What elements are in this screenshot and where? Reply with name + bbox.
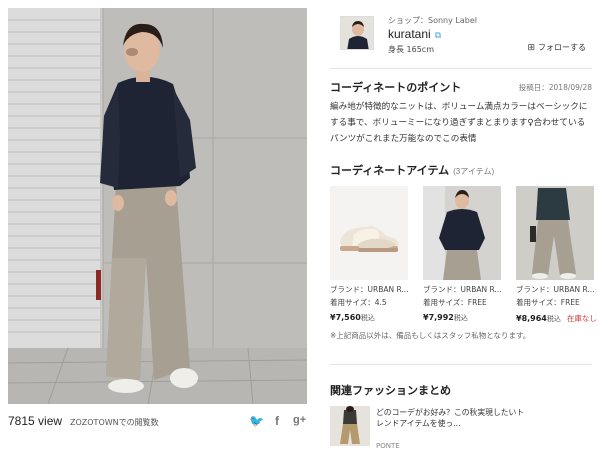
google-plus-icon[interactable]: g+ <box>293 414 306 426</box>
item-card[interactable]: ブランド：URBAN R... 着用サイズ：FREE ¥8,964税込 在庫なし <box>516 186 597 324</box>
related-article[interactable]: どのコーデがお好み？この秋実現したいトレンドアイテムを使っ... PONTE <box>330 406 592 452</box>
item-stock: 在庫なし <box>566 314 597 323</box>
sweater-item-image <box>423 186 501 280</box>
item-price-row: ¥7,992税込 <box>423 313 501 323</box>
items-count: (3アイテム) <box>453 167 495 176</box>
item-price: ¥8,964 <box>516 314 547 323</box>
divider <box>330 68 592 69</box>
sneaker-image <box>330 186 408 280</box>
point-title: コーディネートのポイント <box>330 82 462 94</box>
related-thumb <box>330 406 370 446</box>
view-bar: 7815 view ZOZOTOWNでの閲覧数 🐦 f g+ <box>8 412 307 434</box>
staff-height: 身長 165cm <box>388 45 435 54</box>
post-date: 投稿日：2018/09/28 <box>518 83 592 92</box>
view-count: 7815 view <box>8 414 63 428</box>
item-brand: ブランド：URBAN R... <box>516 285 594 294</box>
detail-column: ショップ：Sonny Label kuratani ⧉ 身長 165cm ⊞ フォ… <box>330 0 597 459</box>
staff-name: kuratani <box>388 27 431 41</box>
item-price: ¥7,560 <box>330 313 361 322</box>
item-size: 着用サイズ：FREE <box>516 298 580 307</box>
related-text: どのコーデがお好み？この秋実現したいトレンドアイテムを使っ... <box>376 408 525 428</box>
view-count-note: ZOZOTOWNでの閲覧数 <box>70 418 159 427</box>
item-thumb[interactable] <box>330 186 408 280</box>
item-brand: ブランド：URBAN R... <box>330 285 408 294</box>
coordinate-photo[interactable] <box>8 8 307 404</box>
item-card[interactable]: ブランド：URBAN R... 着用サイズ：4.5 ¥7,560税込 <box>330 186 408 323</box>
staff-name-link[interactable]: kuratani ⧉ <box>388 27 441 41</box>
item-tax: 税込 <box>546 315 561 323</box>
facebook-icon[interactable]: f <box>275 414 279 428</box>
item-thumb[interactable] <box>516 186 594 280</box>
staff-profile: ショップ：Sonny Label kuratani ⧉ 身長 165cm ⊞ フォ… <box>330 12 592 64</box>
item-card[interactable]: ブランド：URBAN R... 着用サイズ：FREE ¥7,992税込 <box>423 186 501 323</box>
follow-label: フォローする <box>538 43 586 52</box>
divider <box>330 364 592 365</box>
coordinate-photo-image <box>8 8 307 404</box>
item-tax: 税込 <box>360 314 375 322</box>
items-list: ブランド：URBAN R... 着用サイズ：4.5 ¥7,560税込 ブランド：… <box>330 186 599 336</box>
avatar[interactable] <box>340 16 374 50</box>
item-price: ¥7,992 <box>423 313 454 322</box>
items-title-text: コーディネートアイテム <box>330 165 450 177</box>
item-thumb[interactable] <box>423 186 501 280</box>
shop-name: ショップ：Sonny Label <box>388 16 477 25</box>
items-title: コーディネートアイテム (3アイテム) <box>330 162 494 178</box>
item-price-row: ¥7,560税込 <box>330 313 408 323</box>
item-tax: 税込 <box>453 314 468 322</box>
related-thumb-image <box>330 406 370 446</box>
external-link-icon: ⧉ <box>434 30 442 40</box>
item-size: 着用サイズ：4.5 <box>330 298 387 307</box>
related-source: PONTE <box>376 442 400 450</box>
items-note: ※上記商品以外は、備品もしくはスタッフ私物となります。 <box>330 331 531 340</box>
related-title: 関連ファッションまとめ <box>330 385 451 397</box>
item-price-row: ¥8,964税込 在庫なし <box>516 313 597 324</box>
pants-item-image <box>516 186 594 280</box>
item-size: 着用サイズ：FREE <box>423 298 487 307</box>
item-brand: ブランド：URBAN R... <box>423 285 501 294</box>
avatar-image <box>341 17 373 49</box>
twitter-icon[interactable]: 🐦 <box>249 414 264 428</box>
follow-icon: ⊞ <box>527 42 535 53</box>
point-description: 編み地が特徴的なニットは、ボリューム満点カラーはベーシックにする事で、ボリューミ… <box>330 102 588 144</box>
follow-button[interactable]: ⊞ フォローする <box>527 42 586 53</box>
